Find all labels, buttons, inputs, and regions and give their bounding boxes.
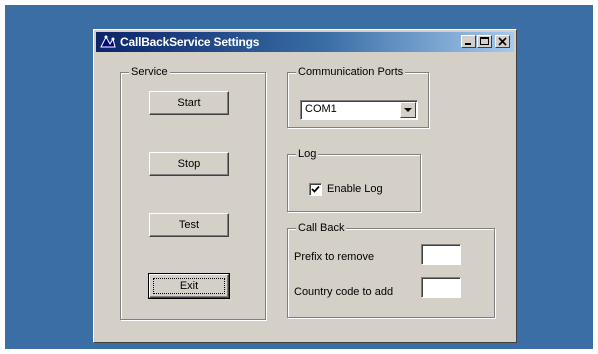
prefix-to-remove-input[interactable] bbox=[421, 244, 461, 265]
service-group: Service Start Stop Test Exit bbox=[120, 65, 266, 320]
com-port-value: COM1 bbox=[305, 103, 337, 115]
exit-button[interactable]: Exit bbox=[148, 273, 230, 299]
com-port-select[interactable]: COM1 bbox=[300, 100, 418, 120]
maximize-button[interactable] bbox=[477, 35, 492, 48]
enable-log-checkbox[interactable] bbox=[309, 183, 322, 196]
settings-window: CallBackService Settings Service Start S… bbox=[93, 29, 517, 343]
country-code-input[interactable] bbox=[421, 277, 461, 298]
log-group: Log Enable Log bbox=[287, 147, 421, 212]
stop-button[interactable]: Stop bbox=[149, 152, 229, 176]
enable-log-label[interactable]: Enable Log bbox=[327, 183, 383, 195]
prefix-to-remove-label: Prefix to remove bbox=[294, 251, 375, 263]
dropdown-arrow-icon[interactable] bbox=[400, 102, 416, 118]
window-title: CallBackService Settings bbox=[120, 35, 260, 49]
call-back-group: Call Back Prefix to remove Country code … bbox=[287, 221, 495, 318]
communication-ports-label: Communication Ports bbox=[296, 65, 406, 79]
log-group-label: Log bbox=[296, 147, 319, 161]
desktop: CallBackService Settings Service Start S… bbox=[5, 5, 593, 349]
communication-ports-group: Communication Ports COM1 bbox=[287, 65, 429, 128]
test-button[interactable]: Test bbox=[149, 213, 229, 237]
start-button[interactable]: Start bbox=[149, 91, 229, 115]
minimize-button[interactable] bbox=[461, 35, 476, 48]
focus-rectangle bbox=[153, 278, 225, 294]
close-button[interactable] bbox=[495, 35, 510, 48]
service-group-label: Service bbox=[129, 65, 170, 79]
call-back-group-label: Call Back bbox=[296, 221, 347, 235]
country-code-label: Country code to add bbox=[294, 286, 394, 298]
title-bar[interactable]: CallBackService Settings bbox=[96, 32, 514, 52]
callback-app-icon bbox=[99, 34, 117, 50]
